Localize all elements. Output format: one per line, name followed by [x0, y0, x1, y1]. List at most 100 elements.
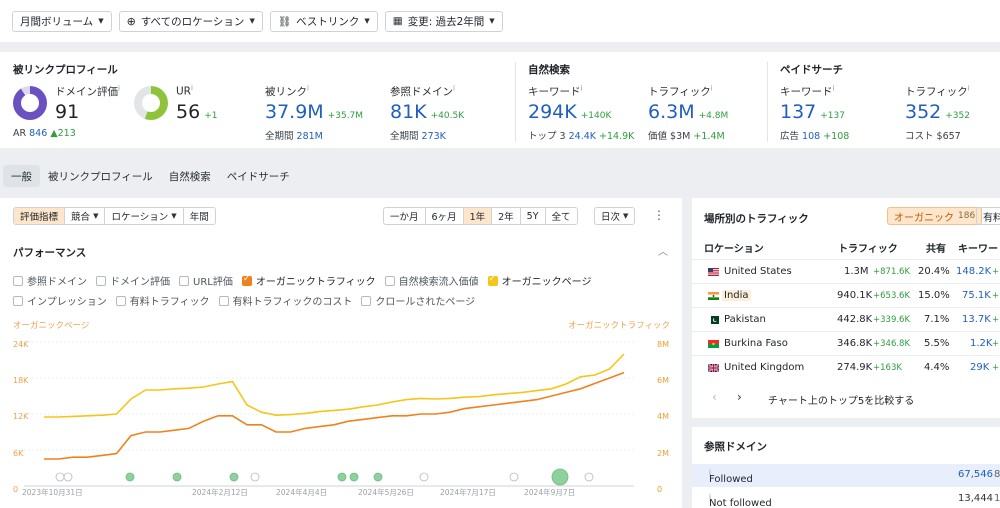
performance-title: パフォーマンス	[13, 247, 87, 259]
tab-paid[interactable]: ペイドサーチ	[219, 165, 298, 187]
annotation-marker[interactable]	[63, 472, 73, 482]
interval-dropdown[interactable]: 日次 ▼	[594, 207, 636, 225]
chart-mode-segment: 評価指標 競合 ▼ ロケーション ▼ 年間	[13, 207, 216, 225]
ref-domains-label[interactable]: 参照ドメインi	[390, 84, 455, 99]
backlinks-label[interactable]: 被リンクi	[265, 84, 309, 99]
year-button[interactable]: 年間	[184, 208, 215, 224]
volume-dropdown[interactable]: 月間ボリューム ▼	[12, 10, 112, 32]
paid-section-title: ペイドサーチ	[780, 64, 843, 76]
organic-kw-label[interactable]: キーワードi	[528, 84, 582, 99]
metrics-mode-button[interactable]: 評価指標	[14, 208, 66, 224]
links-label: ベストリンク	[296, 15, 360, 28]
range-all[interactable]: 全て	[546, 208, 577, 224]
organic-pages-line[interactable]	[44, 353, 625, 418]
cb-paid-traffic[interactable]: 有料トラフィック	[115, 293, 210, 308]
keywords-delta: +	[992, 363, 1000, 373]
range-2y[interactable]: 2年	[492, 208, 521, 224]
not-followed-pct: 16	[994, 493, 1000, 504]
left-axis-title: オーガニックページ	[13, 321, 90, 331]
organic-traffic-label[interactable]: トラフィックi	[648, 84, 713, 99]
annotation-marker[interactable]	[584, 472, 594, 482]
cb-crawled-pages[interactable]: クロールされたページ	[361, 293, 475, 308]
paid-traffic-value[interactable]: 352 +352	[905, 101, 970, 123]
competitors-button[interactable]: 競合 ▼	[65, 208, 106, 224]
annotation-marker[interactable]	[250, 472, 260, 482]
chevron-up-icon[interactable]: ︿	[658, 243, 668, 258]
table-row[interactable]: Pakistan 442.8K +339.6K 7.1% 13.7K +	[692, 307, 1000, 331]
cb-impressions[interactable]: インプレッション	[13, 293, 107, 308]
share-value: 5.5%	[924, 338, 950, 349]
cb-url-rating[interactable]: URL評価	[179, 273, 233, 288]
annotation-marker[interactable]	[229, 472, 239, 482]
annotation-marker[interactable]	[373, 472, 383, 482]
range-6m[interactable]: 6ヶ月	[426, 208, 464, 224]
annotation-marker[interactable]	[551, 468, 569, 486]
organic-filter-button[interactable]: オーガニック 186	[887, 207, 983, 225]
list-item[interactable]: Not followedi 13,444 16	[692, 488, 1000, 508]
table-row[interactable]: United Kingdom 274.9K +163K 4.4% 29K +	[692, 355, 1000, 379]
range-1m[interactable]: 一か月	[384, 208, 426, 224]
keywords-delta: +	[992, 339, 1000, 349]
keywords-delta: +	[992, 315, 1000, 325]
paid-traffic-label[interactable]: トラフィックi	[905, 84, 970, 99]
traffic-value: 940.1K	[837, 290, 873, 301]
keywords-value: 1.2K	[970, 338, 993, 349]
annotation-marker[interactable]	[337, 472, 347, 482]
tab-general[interactable]: 一般	[3, 165, 40, 187]
cb-organic-value[interactable]: 自然検索流入価値	[384, 273, 479, 288]
chevron-right-icon[interactable]: ›	[737, 390, 742, 404]
annotation-marker[interactable]	[125, 472, 135, 482]
location-dropdown[interactable]: ⊕ すべてのロケーション ▼	[118, 10, 263, 32]
metric-checkboxes-row1: 参照ドメイン ドメイン評価 URL評価 オーガニックトラフィック 自然検索流入価…	[13, 273, 591, 288]
table-row[interactable]: United States 1.3M +871.6K 20.4% 148.2K …	[692, 259, 1000, 283]
ur-label[interactable]: URi	[176, 84, 193, 98]
share-value: 4.4%	[924, 362, 950, 373]
change-label: 変更: 過去2年間	[407, 15, 485, 28]
chevron-down-icon: ▼	[171, 212, 177, 220]
annotation-marker[interactable]	[55, 472, 65, 482]
ref-domains-alltime: 全期間 273K	[390, 131, 446, 142]
range-1y[interactable]: 1年	[463, 208, 493, 224]
change-dropdown[interactable]: ▦ 変更: 過去2年間 ▼	[384, 10, 503, 32]
cb-organic-traffic[interactable]: オーガニックトラフィック	[241, 273, 376, 288]
dr-label[interactable]: ドメイン評価i	[55, 84, 120, 99]
paid-filter-button[interactable]: 有料	[976, 207, 1000, 225]
cb-domain-rating[interactable]: ドメイン評価	[96, 273, 170, 288]
col-traffic[interactable]: トラフィック	[838, 240, 898, 255]
organic-kw-value[interactable]: 294K +140K	[528, 101, 611, 123]
organic-traffic-line[interactable]	[44, 371, 625, 460]
tab-backlinks[interactable]: 被リンクプロフィール	[40, 165, 161, 187]
compare-row: ‹ › チャート上のトップ5を比較する	[692, 386, 1000, 410]
cb-organic-pages[interactable]: オーガニックページ	[487, 273, 591, 288]
more-icon[interactable]: ⋮	[653, 208, 665, 222]
chevron-down-icon: ▼	[489, 17, 495, 25]
annotation-marker[interactable]	[349, 472, 359, 482]
tab-organic[interactable]: 自然検索	[161, 165, 219, 187]
chevron-left-icon[interactable]: ‹	[712, 390, 717, 404]
performance-chart[interactable]	[24, 336, 664, 496]
backlinks-value[interactable]: 37.9M +35.7M	[265, 101, 363, 123]
links-dropdown[interactable]: ⛓ ベストリンク ▼	[269, 10, 378, 32]
cb-paid-cost[interactable]: 有料トラフィックのコスト	[218, 293, 352, 308]
location-button[interactable]: ロケーション ▼	[105, 208, 184, 224]
col-location[interactable]: ロケーション	[704, 240, 764, 255]
list-item[interactable]: Followedi 67,546 83	[692, 464, 1000, 487]
annotation-marker[interactable]	[509, 472, 519, 482]
paid-kw-value[interactable]: 137 +137	[780, 101, 845, 123]
chevron-down-icon: ▼	[249, 17, 255, 25]
col-share[interactable]: 共有	[926, 240, 946, 255]
followed-value: 67,546	[958, 469, 993, 480]
annotation-marker[interactable]	[419, 472, 429, 482]
col-keywords[interactable]: キーワード	[958, 240, 1000, 255]
organic-traffic-value[interactable]: 6.3M +4.8M	[648, 101, 728, 123]
range-5y[interactable]: 5Y	[521, 208, 546, 224]
organic-section-title: 自然検索	[528, 64, 570, 76]
url-rating-ring	[134, 86, 168, 120]
compare-top5-link[interactable]: チャート上のトップ5を比較する	[768, 392, 914, 407]
cb-ref-domains[interactable]: 参照ドメイン	[13, 273, 87, 288]
ref-domains-value[interactable]: 81K +40.5K	[390, 101, 464, 123]
annotation-marker[interactable]	[172, 472, 182, 482]
table-row[interactable]: India 940.1K +653.6K 15.0% 75.1K +	[692, 283, 1000, 307]
paid-kw-label[interactable]: キーワードi	[780, 84, 834, 99]
table-row[interactable]: Burkina Faso 346.8K +346.8K 5.5% 1.2K +	[692, 331, 1000, 355]
